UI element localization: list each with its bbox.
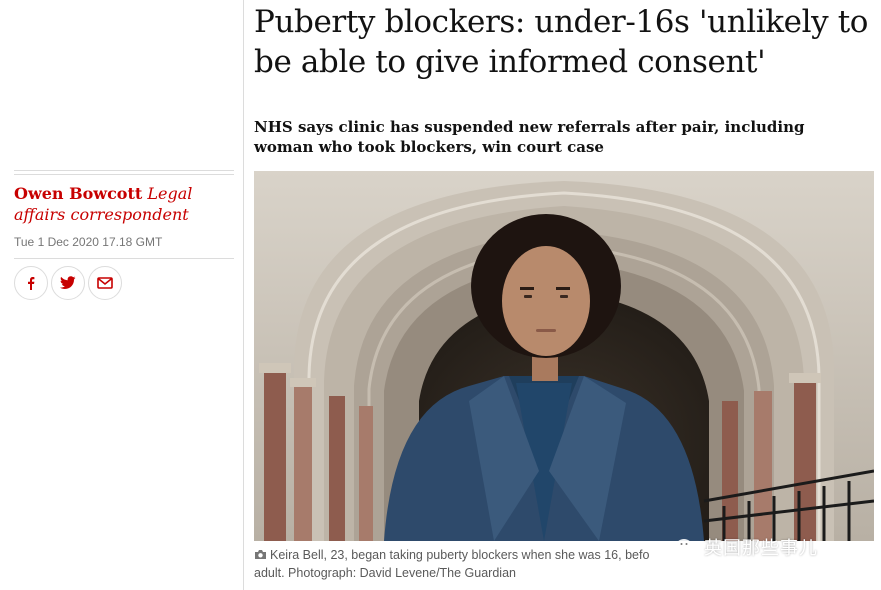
email-icon <box>97 277 113 289</box>
twitter-icon <box>60 276 76 289</box>
watermark: 英国那些事儿 <box>676 532 876 562</box>
article-photo <box>254 171 874 541</box>
twitter-share-button[interactable] <box>51 266 85 300</box>
sidebar-divider <box>14 258 234 259</box>
camera-icon <box>255 550 266 559</box>
caption-text: Keira Bell, 23, began taking puberty blo… <box>270 548 650 562</box>
publish-date: Tue 1 Dec 2020 17.18 GMT <box>14 235 163 249</box>
photo-caption: Keira Bell, 23, began taking puberty blo… <box>254 546 694 582</box>
byline: Owen Bowcott Legal affairs correspondent <box>14 183 236 225</box>
email-share-button[interactable] <box>88 266 122 300</box>
column-divider <box>243 0 244 590</box>
watermark-text: 英国那些事儿 <box>704 538 818 559</box>
author-link[interactable]: Owen Bowcott <box>14 184 142 203</box>
facebook-icon <box>28 277 35 290</box>
facebook-share-button[interactable] <box>14 266 48 300</box>
byline-rules <box>14 170 234 178</box>
headline: Puberty blockers: under-16s 'unlikely to… <box>254 4 869 80</box>
share-buttons <box>14 266 122 300</box>
wechat-logo-icon <box>676 539 698 555</box>
caption-credit: adult. Photograph: David Levene/The Guar… <box>254 566 516 580</box>
standfirst: NHS says clinic has suspended new referr… <box>254 118 805 156</box>
